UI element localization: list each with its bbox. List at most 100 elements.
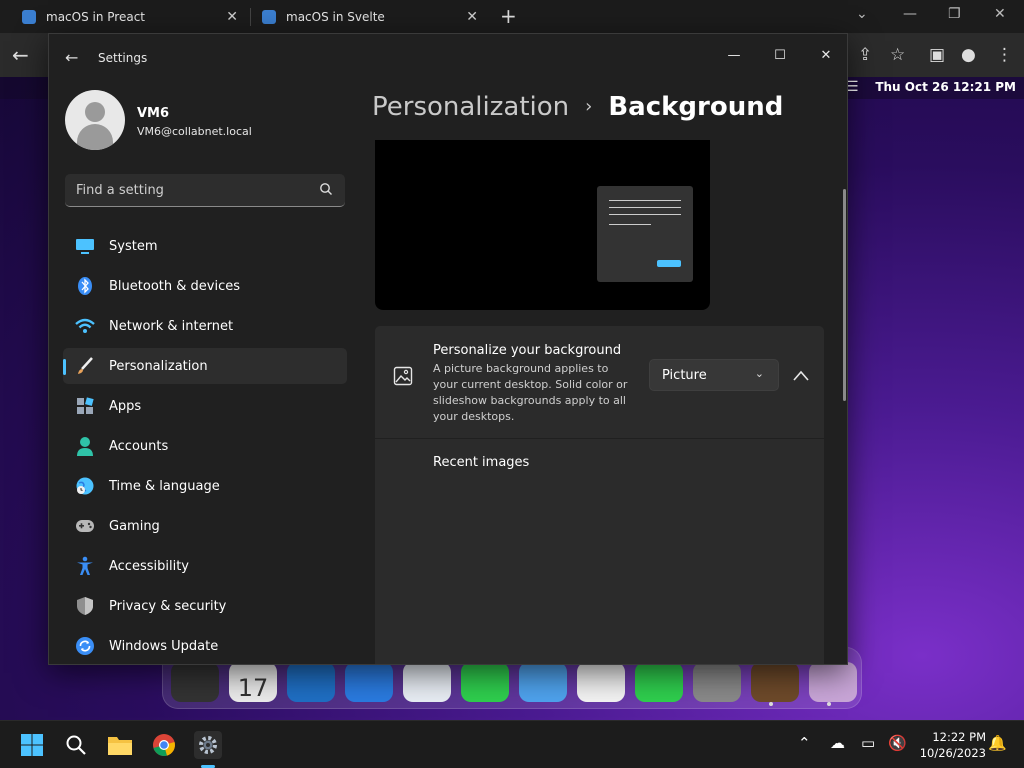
sidebar-item-label: Apps [109, 398, 142, 414]
sidebar-item-label: Bluetooth & devices [109, 278, 240, 294]
macos-clock: Thu Oct 26 12:21 PM [875, 80, 1016, 94]
maximize-button[interactable]: ☐ [757, 40, 803, 70]
breadcrumb-chevron-icon: › [585, 96, 593, 117]
taskbar-date: 10/26/2023 [919, 746, 986, 760]
app-icon[interactable] [751, 662, 799, 702]
calendar-icon[interactable]: 17 [229, 662, 277, 702]
more-menu-icon[interactable]: ⋮ [996, 45, 1013, 65]
sidebar-item-label: Accessibility [109, 558, 189, 574]
profile-icon[interactable]: ● [961, 45, 976, 65]
sidebar-item-system[interactable]: System [63, 228, 347, 264]
apps-icon [75, 396, 95, 416]
preview-line [609, 214, 681, 215]
browser-tab-preact[interactable]: macOS in Preact ✕ [12, 0, 248, 33]
chevron-down-icon[interactable]: ⌄ [856, 6, 868, 22]
volume-muted-icon[interactable]: 🔇 [888, 734, 907, 752]
avatar-body [77, 124, 113, 150]
safari-icon[interactable] [403, 662, 451, 702]
settings-gear-icon[interactable] [194, 731, 222, 759]
search-input[interactable] [65, 174, 315, 206]
start-icon[interactable] [18, 731, 46, 759]
file-explorer-icon[interactable] [106, 731, 134, 759]
sidebar-item-privacy-security[interactable]: Privacy & security [63, 588, 347, 624]
restore-icon[interactable]: ❐ [948, 6, 961, 22]
browser-back-icon[interactable]: ← [12, 43, 29, 67]
close-tab-icon[interactable]: ✕ [226, 9, 238, 25]
picture-icon [393, 366, 413, 386]
sidebar-item-network[interactable]: Network & internet [63, 308, 347, 344]
taskbar-time: 12:22 PM [932, 730, 986, 744]
preview-line [609, 200, 681, 201]
sidebar-item-accessibility[interactable]: Accessibility [63, 548, 347, 584]
sidebar-item-bluetooth[interactable]: Bluetooth & devices [63, 268, 347, 304]
new-tab-icon[interactable]: + [500, 4, 517, 28]
running-indicator [769, 702, 773, 706]
personalize-description: A picture background applies to your cur… [433, 362, 628, 423]
sidebar-nav: System Bluetooth & devices Network & int… [63, 228, 347, 664]
launchpad-icon[interactable] [171, 662, 219, 702]
user-email: VM6@collabnet.local [137, 125, 252, 138]
gamepad-icon [75, 516, 95, 536]
search-icon[interactable] [319, 182, 333, 196]
taskbar-clock[interactable]: 12:22 PM 10/26/2023 [920, 729, 986, 761]
background-type-select[interactable]: Picture ⌄ [649, 359, 779, 391]
windows-taskbar: ⌃ ☁ ▭ 🔇 12:22 PM 10/26/2023 🔔 [0, 720, 1024, 768]
share-icon[interactable]: ⇪ [858, 45, 872, 65]
minimize-button[interactable]: — [711, 40, 757, 70]
sidebar-icon[interactable]: ▣ [929, 45, 945, 65]
sidebar-item-apps[interactable]: Apps [63, 388, 347, 424]
sidebar-item-label: Windows Update [109, 638, 219, 654]
close-button[interactable]: ✕ [803, 40, 847, 70]
back-arrow-icon[interactable]: ← [65, 48, 78, 67]
personalize-background-card: Personalize your background A picture ba… [375, 326, 824, 438]
facetime-icon[interactable] [635, 662, 683, 702]
search-box[interactable] [65, 174, 345, 207]
tab-label: macOS in Svelte [286, 9, 385, 24]
scrollbar[interactable] [843, 189, 846, 401]
app-icon[interactable] [809, 662, 857, 702]
sidebar-item-personalization[interactable]: Personalization [63, 348, 347, 384]
recent-images-label: Recent images [433, 455, 530, 470]
search-icon[interactable] [62, 731, 90, 759]
sidebar-item-time-language[interactable]: Time & language [63, 468, 347, 504]
breadcrumb: Personalization › Background [372, 92, 783, 122]
sidebar-item-label: Network & internet [109, 318, 234, 334]
vscode-icon[interactable] [287, 662, 335, 702]
photos-icon[interactable] [577, 662, 625, 702]
messages-icon[interactable] [461, 662, 509, 702]
sidebar-item-gaming[interactable]: Gaming [63, 508, 347, 544]
chevron-up-icon[interactable] [791, 366, 811, 386]
chevron-up-icon[interactable]: ⌃ [798, 734, 811, 752]
onedrive-icon[interactable]: ☁ [830, 734, 845, 752]
running-indicator [827, 702, 831, 706]
network-icon[interactable]: ▭ [861, 734, 875, 752]
update-icon [75, 636, 95, 656]
sidebar-item-label: Gaming [109, 518, 160, 534]
monitor-icon [75, 236, 95, 256]
browser-tab-svelte[interactable]: macOS in Svelte ✕ [252, 0, 488, 33]
sidebar-item-label: Time & language [109, 478, 220, 494]
system-preferences-icon[interactable] [693, 662, 741, 702]
sidebar-item-label: Personalization [109, 358, 208, 374]
globe-clock-icon [75, 476, 95, 496]
sidebar-item-label: System [109, 238, 158, 254]
close-icon[interactable]: ✕ [994, 6, 1006, 22]
chrome-icon[interactable] [150, 731, 178, 759]
star-icon[interactable]: ☆ [890, 45, 905, 65]
sidebar-item-accounts[interactable]: Accounts [63, 428, 347, 464]
wifi-icon [75, 316, 95, 336]
mail-icon[interactable] [519, 662, 567, 702]
minimize-icon[interactable]: — [903, 6, 917, 22]
preview-button [657, 260, 681, 267]
breadcrumb-parent[interactable]: Personalization [372, 92, 569, 122]
finder-icon[interactable] [345, 662, 393, 702]
close-tab-icon[interactable]: ✕ [466, 9, 478, 25]
avatar[interactable] [65, 90, 125, 150]
recent-images-section: Recent images [375, 439, 824, 664]
chevron-down-icon: ⌄ [754, 367, 764, 380]
preview-line [609, 207, 681, 208]
sidebar-item-windows-update[interactable]: Windows Update [63, 628, 347, 664]
notification-bell-icon[interactable]: 🔔 [988, 734, 1007, 752]
avatar-head [85, 102, 105, 122]
tab-divider [250, 8, 251, 26]
